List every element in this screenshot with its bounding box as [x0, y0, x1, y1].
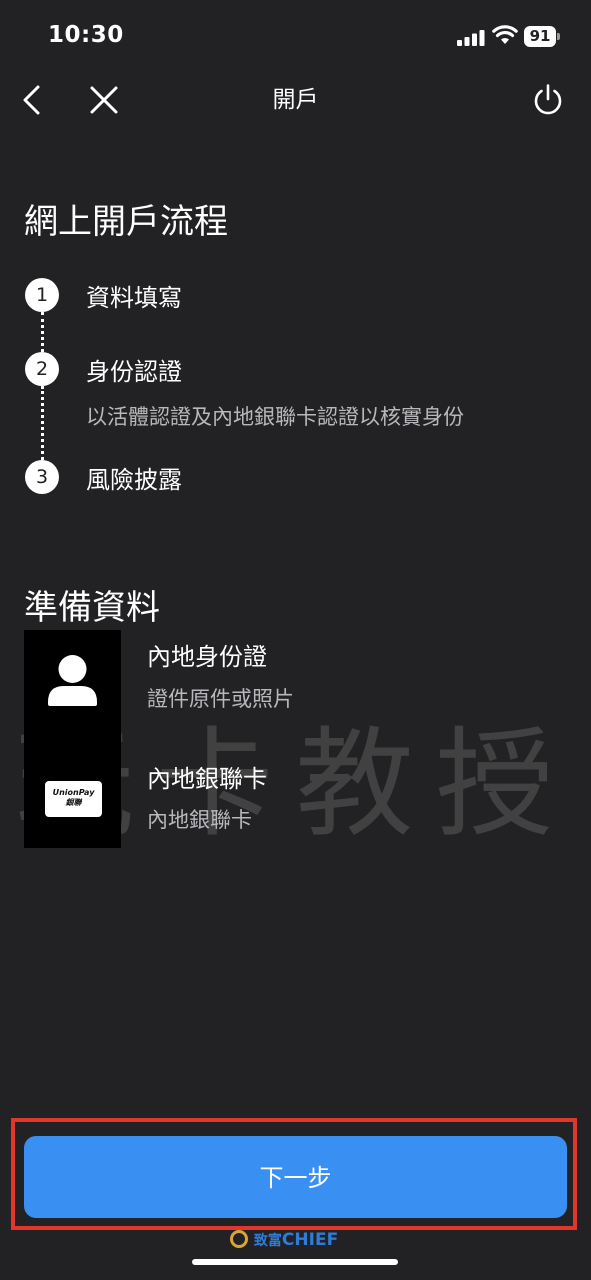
signal-icon: [457, 30, 485, 46]
close-icon[interactable]: [88, 84, 120, 116]
battery-level: 91: [524, 26, 556, 47]
person-id-icon: [24, 630, 121, 740]
wifi-icon: [492, 25, 518, 44]
steps-section-title: 網上開戶流程: [24, 202, 228, 242]
prep-section-title: 準備資料: [24, 588, 160, 628]
step-connector: [41, 386, 44, 460]
unionpay-logo-text: UnionPay: [52, 788, 95, 797]
step-number-2: 2: [25, 352, 59, 386]
power-icon[interactable]: [531, 83, 565, 117]
status-time: 10:30: [48, 22, 124, 48]
step-description-2: 以活體認證及內地銀聯卡認證以核實身份: [86, 405, 464, 429]
doc-title-id-card: 內地身份證: [147, 643, 267, 671]
brand-watermark: 致富CHIEF: [230, 1228, 338, 1252]
step-label-3: 風險披露: [86, 466, 182, 494]
brand-logo-icon: [230, 1230, 248, 1248]
next-step-button[interactable]: 下一步: [24, 1136, 567, 1218]
doc-title-unionpay: 內地銀聯卡: [147, 765, 267, 793]
brand-name: CHIEF: [281, 1230, 339, 1250]
step-number-1: 1: [25, 278, 59, 312]
battery-icon: 91: [524, 26, 560, 47]
step-label-1: 資料填寫: [86, 284, 182, 312]
back-icon[interactable]: [20, 84, 46, 116]
doc-subtitle-id-card: 證件原件或照片: [147, 687, 294, 711]
step-label-2: 身份認證: [86, 358, 182, 386]
step-number-3: 3: [25, 460, 59, 494]
unionpay-logo-chinese: 銀聯: [65, 798, 82, 807]
home-indicator[interactable]: [192, 1259, 398, 1265]
doc-subtitle-unionpay: 內地銀聯卡: [147, 808, 252, 832]
brand-prefix: 致富: [253, 1233, 282, 1249]
unionpay-card-icon: UnionPay 銀聯: [24, 740, 121, 848]
